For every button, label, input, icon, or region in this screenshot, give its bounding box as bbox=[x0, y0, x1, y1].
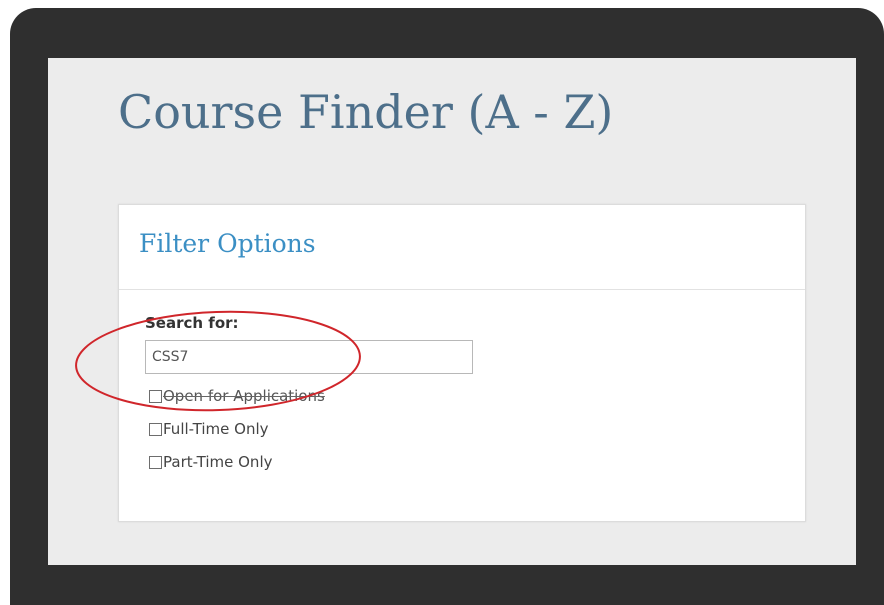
option-label: Open for Applications bbox=[163, 387, 325, 405]
option-full-time-only[interactable]: Full-Time Only bbox=[149, 420, 269, 438]
option-label: Part-Time Only bbox=[163, 453, 273, 471]
page-title: Course Finder (A - Z) bbox=[118, 85, 614, 139]
checkbox-full-time-only[interactable] bbox=[149, 422, 162, 436]
option-open-for-applications[interactable]: Open for Applications bbox=[149, 387, 325, 405]
laptop-frame: Course Finder (A - Z) Filter Options Sea… bbox=[10, 8, 884, 605]
option-label: Full-Time Only bbox=[163, 420, 269, 438]
option-part-time-only[interactable]: Part-Time Only bbox=[149, 453, 272, 471]
search-label: Search for: bbox=[145, 314, 239, 332]
panel-header: Filter Options bbox=[119, 205, 805, 290]
checkbox-open-for-applications[interactable] bbox=[149, 389, 162, 403]
checkbox-part-time-only[interactable] bbox=[149, 455, 162, 469]
search-input[interactable] bbox=[145, 340, 473, 374]
screen: Course Finder (A - Z) Filter Options Sea… bbox=[48, 58, 856, 565]
panel-title: Filter Options bbox=[139, 229, 316, 258]
filter-options-panel: Filter Options Search for: Open for Appl… bbox=[118, 204, 806, 522]
